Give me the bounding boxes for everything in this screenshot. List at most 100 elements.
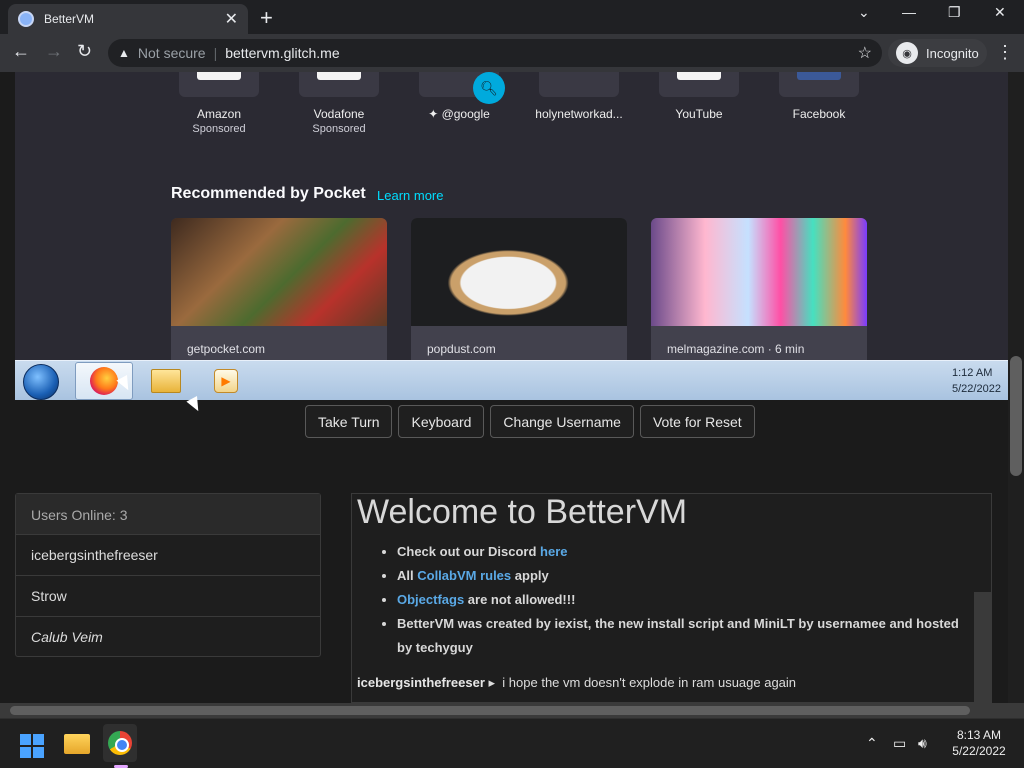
list-item: All CollabVM rules apply (397, 564, 967, 588)
start-orb-icon[interactable] (23, 364, 59, 400)
address-bar[interactable]: ▲ Not secure | bettervm.glitch.me ☆ (108, 39, 882, 67)
forward-arrow-icon[interactable]: → (45, 41, 63, 62)
close-tab-icon[interactable]: ✕ (225, 9, 238, 29)
vote-for-reset-button[interactable]: Vote for Reset (639, 405, 755, 438)
pin-icon: ✦ (428, 107, 442, 121)
collabvm-rules-link[interactable]: CollabVM rules (417, 568, 511, 583)
scrollbar-thumb[interactable] (1010, 356, 1022, 476)
article-image (171, 218, 387, 326)
globe-icon (18, 11, 34, 27)
folder-icon (151, 369, 181, 393)
top-site-tile-vodafone[interactable] (299, 72, 379, 97)
bookmark-star-icon[interactable]: ☆ (858, 43, 872, 63)
list-item: BetterVM was created by iexist, the new … (397, 612, 967, 660)
keyboard-button[interactable]: Keyboard (398, 405, 485, 438)
card-source: melmagazine.com · 6 min (667, 342, 805, 356)
users-panel: Users Online: 3 icebergsinthefreeser Str… (15, 493, 321, 657)
close-window-button[interactable]: ✕ (994, 4, 1006, 21)
top-site-tile-holynetwork[interactable] (539, 72, 619, 97)
volume-icon[interactable]: 🔊︎ (918, 735, 927, 752)
new-tab-button[interactable]: + (260, 5, 273, 31)
firefox-icon (90, 367, 118, 395)
card-source: popdust.com (427, 342, 496, 356)
reload-icon[interactable]: ↻ (77, 41, 92, 62)
top-site-label: ✦ @google (428, 107, 490, 121)
vm-controls: Take Turn Keyboard Change Username Vote … (305, 405, 755, 438)
minimize-button[interactable]: — (902, 4, 916, 20)
host-date: 5/22/2022 (952, 744, 1006, 758)
vm-clock[interactable]: 1:12 AM 5/22/2022 (952, 365, 1008, 397)
user-list-item[interactable]: icebergsinthefreeser (16, 535, 320, 576)
list-item: Check out our Discord here (397, 540, 967, 564)
incognito-badge[interactable]: ◉ Incognito (888, 39, 987, 67)
top-site-label: Facebook (792, 107, 846, 121)
top-site-label: Vodafone (313, 107, 365, 121)
back-arrow-icon[interactable]: ← (12, 41, 30, 62)
horizontal-scrollbar[interactable] (0, 703, 1024, 718)
url-text[interactable]: bettervm.glitch.me (225, 45, 339, 61)
top-site-sponsored: Sponsored (192, 123, 246, 135)
host-time: 8:13 AM (956, 728, 1002, 742)
warning-icon: ▲ (118, 46, 130, 60)
chevron-up-icon[interactable]: ⌃ (866, 735, 878, 752)
pocket-card[interactable]: melmagazine.com · 6 min (651, 218, 867, 360)
media-player-icon: ▶ (214, 369, 238, 393)
explorer-taskbar-button[interactable] (137, 362, 195, 400)
vm-screen[interactable]: 🔍︎ Amazon Sponsored Vodafone Sponsored ✦… (15, 72, 1008, 400)
incognito-icon: ◉ (896, 42, 918, 64)
change-username-button[interactable]: Change Username (490, 405, 634, 438)
chrome-icon (108, 731, 132, 755)
list-item: Objectfags are not allowed!!! (397, 588, 967, 612)
chat-message-text: i hope the vm doesn't explode in ram usu… (502, 675, 797, 690)
pocket-heading: Recommended by Pocket (171, 185, 366, 202)
restore-button[interactable]: ❐ (948, 4, 961, 21)
user-list-item[interactable]: Strow (16, 576, 320, 617)
not-secure-label: Not secure (137, 45, 206, 61)
chat-message-user[interactable]: icebergsinthefreeser (357, 675, 485, 690)
article-image (651, 218, 867, 326)
objectfags-link[interactable]: Objectfags (397, 592, 464, 607)
incognito-label: Incognito (926, 45, 979, 61)
screen: BetterVM ✕ + ⌄ — ❐ ✕ ← → ↻ ▲ Not secure … (0, 0, 1024, 768)
vm-date: 5/22/2022 (952, 383, 1001, 395)
top-site-sponsored: Sponsored (312, 123, 366, 135)
vm-taskbar: ▶ 1:12 AM 5/22/2022 (15, 360, 1008, 400)
menu-kebab-icon[interactable]: ⋮ (996, 42, 1014, 63)
pocket-card[interactable]: popdust.com (411, 218, 627, 360)
top-site-label: Amazon (196, 107, 242, 121)
take-turn-button[interactable]: Take Turn (305, 405, 393, 438)
welcome-title: Welcome to BetterVM (357, 493, 688, 531)
user-list-item[interactable]: Calub Veim (16, 617, 320, 658)
discord-link[interactable]: here (540, 544, 567, 559)
page-scrollbar[interactable] (1008, 72, 1024, 706)
top-site-tile-facebook[interactable] (779, 72, 859, 97)
learn-more-link[interactable]: Learn more (377, 188, 443, 203)
top-site-label: YouTube (675, 107, 723, 121)
chevron-right-icon: ▸ (488, 675, 496, 690)
network-icon[interactable]: ▭ (893, 735, 906, 752)
media-player-taskbar-button[interactable]: ▶ (197, 362, 255, 400)
pocket-card[interactable]: getpocket.com (171, 218, 387, 360)
top-site-tile-amazon[interactable] (179, 72, 259, 97)
top-site-label: holynetworkad... (535, 107, 623, 121)
scrollbar-thumb[interactable] (10, 706, 970, 715)
tab-bettervm[interactable]: BetterVM ✕ (8, 4, 248, 34)
chat-message: icebergsinthefreeser ▸ i hope the vm doe… (357, 675, 796, 691)
top-site-tile-youtube[interactable] (659, 72, 739, 97)
chat-scrollbar[interactable] (974, 592, 992, 704)
article-image (411, 218, 627, 326)
tab-title: BetterVM (44, 12, 95, 26)
rules-list: Check out our Discord here All CollabVM … (397, 540, 967, 660)
search-icon: 🔍︎ (473, 72, 505, 104)
windows-start-icon[interactable] (20, 734, 44, 758)
browser-toolbar: ← → ↻ ▲ Not secure | bettervm.glitch.me … (0, 34, 1024, 72)
tab-search-icon[interactable]: ⌄ (858, 4, 870, 21)
tab-strip: BetterVM ✕ + ⌄ — ❐ ✕ (0, 0, 1024, 34)
divider: | (213, 45, 218, 61)
host-clock[interactable]: 8:13 AM 5/22/2022 (944, 727, 1014, 759)
users-online-header: Users Online: 3 (16, 494, 320, 535)
chat-panel: Welcome to BetterVM Check out our Discor… (351, 493, 992, 703)
vm-time: 1:12 AM (952, 367, 993, 379)
file-explorer-icon[interactable] (64, 734, 90, 754)
card-source: getpocket.com (187, 342, 266, 356)
